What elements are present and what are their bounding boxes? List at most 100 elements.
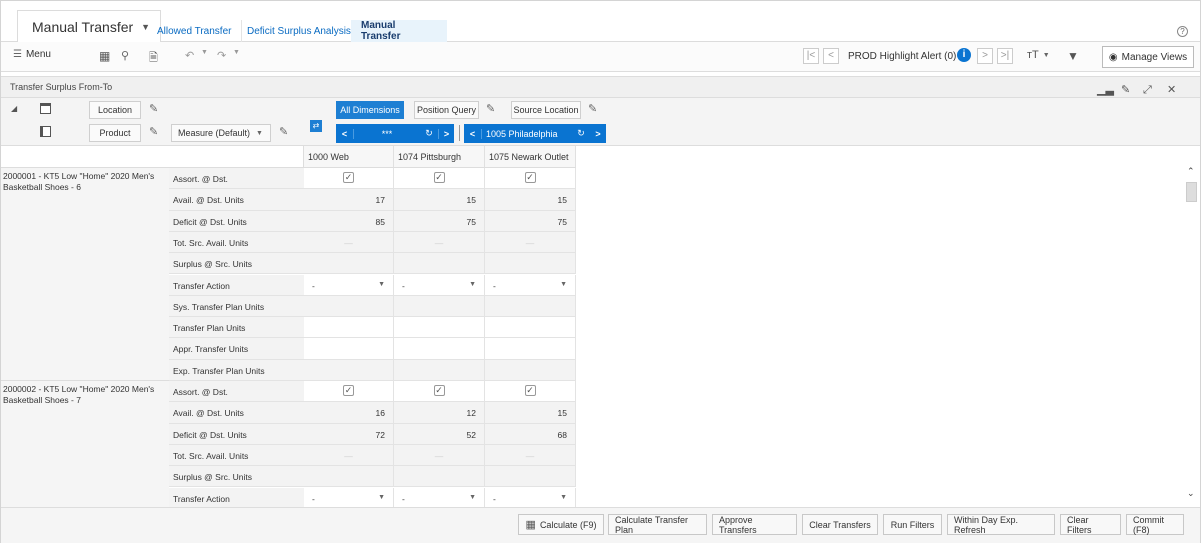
checkbox-checked-icon[interactable]: ✓ [343,172,354,183]
save-icon[interactable]: 🗎 [149,49,158,68]
nav-next-icon[interactable]: > [438,128,454,139]
source-next-icon[interactable]: > [590,129,606,139]
column-header-1000-web[interactable]: 1000 Web [304,146,394,168]
tot-src-avail-cell: — [304,231,394,254]
nav-ellipsis[interactable]: *** [354,129,420,139]
plan-cell[interactable] [394,317,485,339]
module-selector[interactable]: Manual Transfer ▼ [17,10,162,42]
checkbox-checked-icon[interactable]: ✓ [433,172,445,183]
nav-prev-icon[interactable]: < [336,128,354,139]
checkbox-checked-icon[interactable]: ✓ [343,385,354,396]
plan-cell[interactable] [304,317,394,339]
run-filters-button[interactable]: Run Filters [883,514,942,535]
refresh-icon[interactable]: ↻ [420,128,438,139]
first-alert-icon[interactable]: |< [803,48,819,64]
transfer-action-select[interactable]: - ▼ [394,274,485,296]
scroll-down-icon[interactable]: ⌄ [1187,488,1195,499]
tab-manual-transfer[interactable]: Manual Transfer [351,20,447,42]
tab-allowed-transfer[interactable]: Allowed Transfer [147,20,243,42]
chart-icon[interactable]: ▁▃ [1097,80,1114,100]
location-edit-icon[interactable]: ✎ [149,102,158,115]
approve-transfers-button[interactable]: Approve Transfers [712,514,797,535]
last-alert-icon[interactable]: >| [997,48,1013,64]
product-edit-icon[interactable]: ✎ [149,125,158,138]
transfer-action-select[interactable]: - ▼ [304,274,394,296]
scroll-up-icon[interactable]: ⌃ [1187,166,1195,177]
menu-icon: ☰ [13,49,22,60]
tab-deficit-surplus-analysis[interactable]: Deficit Surplus Analysis [237,20,362,42]
transfer-action-select[interactable]: - ▼ [485,487,576,507]
edit-icon[interactable]: ✎ [1121,80,1130,100]
info-icon[interactable]: i [957,48,971,62]
deficit-cell: 75 [485,210,576,232]
assort-cell[interactable]: ✓ [485,168,576,190]
prev-alert-icon[interactable]: < [823,48,839,64]
assort-cell[interactable]: ✓ [394,168,485,190]
position-query-edit-icon[interactable]: ✎ [486,102,495,115]
scroll-thumb[interactable] [1186,182,1197,202]
manage-views-button[interactable]: ◉ Manage Views [1102,46,1194,68]
expand-icon[interactable]: ⤢ [1143,80,1152,100]
all-dimensions-chip[interactable]: All Dimensions [336,101,404,119]
next-alert-icon[interactable]: > [977,48,993,64]
calculate-transfer-plan-button[interactable]: Calculate Transfer Plan [608,514,707,535]
filter-icon[interactable]: ▼ [1067,49,1079,63]
avail-cell: 15 [485,189,576,211]
column-header-1075-newark-outlet[interactable]: 1075 Newark Outlet [485,146,576,168]
menu-button[interactable]: ☰ Menu [13,49,51,60]
location-chip[interactable]: Location [89,101,141,119]
product-row-label[interactable]: 2000001 - KT5 Low "Home" 2020 Men's Bask… [1,168,169,381]
checkbox-checked-icon[interactable]: ✓ [433,385,445,396]
transfer-action-select[interactable]: - ▼ [394,487,485,507]
text-size-icon[interactable]: тT ▼ [1027,49,1050,61]
plan-cell[interactable] [485,338,576,360]
source-location-chip[interactable]: Source Location [511,101,581,119]
layout-icon[interactable]: ▦ [99,49,110,63]
alert-label[interactable]: PROD Highlight Alert (0) [848,51,956,62]
redo-dropdown-icon[interactable]: ▼ [233,49,240,56]
measure-selector[interactable]: Measure (Default) ▼ [171,124,271,142]
action-footer: ▦ Calculate (F9) Calculate Transfer Plan… [1,507,1200,543]
chevron-down-icon: ▼ [469,493,476,501]
checkbox-checked-icon[interactable]: ✓ [524,385,536,396]
plan-cell[interactable] [485,317,576,339]
source-location-value[interactable]: 1005 Philadelphia [482,129,572,139]
transfer-action-select[interactable]: - ▼ [304,487,394,507]
vertical-scrollbar[interactable]: ⌃ ⌄ [1186,166,1198,506]
source-prev-icon[interactable]: < [464,128,482,139]
source-refresh-icon[interactable]: ↻ [572,128,590,139]
measure-label: Transfer Action [169,487,304,507]
commit-button[interactable]: Commit (F8) [1126,514,1184,535]
product-row-label[interactable]: 2000002 - KT5 Low "Home" 2020 Men's Bask… [1,381,169,507]
undo-icon[interactable]: ↶ [185,49,194,62]
close-icon[interactable]: ✕ [1167,80,1176,100]
surplus-cell [304,253,394,275]
search-icon[interactable]: ⚲ [121,49,129,62]
tot-src-avail-cell: — [394,231,485,254]
collapse-triangle-icon[interactable]: ◢ [11,104,17,113]
product-chip[interactable]: Product [89,124,141,142]
position-query-chip[interactable]: Position Query [414,101,479,119]
undo-dropdown-icon[interactable]: ▼ [201,49,208,56]
checkbox-checked-icon[interactable]: ✓ [524,172,536,183]
clear-transfers-button[interactable]: Clear Transfers [802,514,878,535]
assort-cell[interactable]: ✓ [304,168,394,190]
app-window: Manual Transfer ▼ Allowed Transfer Defic… [0,0,1201,543]
help-icon[interactable]: ? [1177,26,1188,37]
tot-src-avail-cell: — [485,444,576,467]
source-location-edit-icon[interactable]: ✎ [588,102,597,115]
calculate-button[interactable]: ▦ Calculate (F9) [518,514,604,535]
plan-cell[interactable] [304,338,394,360]
assort-cell[interactable]: ✓ [394,381,485,403]
surplus-cell [485,253,576,275]
assort-cell[interactable]: ✓ [304,381,394,403]
measure-edit-icon[interactable]: ✎ [279,125,288,138]
assort-cell[interactable]: ✓ [485,381,576,403]
within-day-refresh-button[interactable]: Within Day Exp. Refresh [947,514,1055,535]
pivot-icon[interactable]: ⇄ [310,120,322,132]
transfer-action-select[interactable]: - ▼ [485,274,576,296]
clear-filters-button[interactable]: Clear Filters [1060,514,1121,535]
redo-icon[interactable]: ↷ [217,49,226,62]
plan-cell[interactable] [394,338,485,360]
column-header-1074-pittsburgh[interactable]: 1074 Pittsburgh [394,146,485,168]
